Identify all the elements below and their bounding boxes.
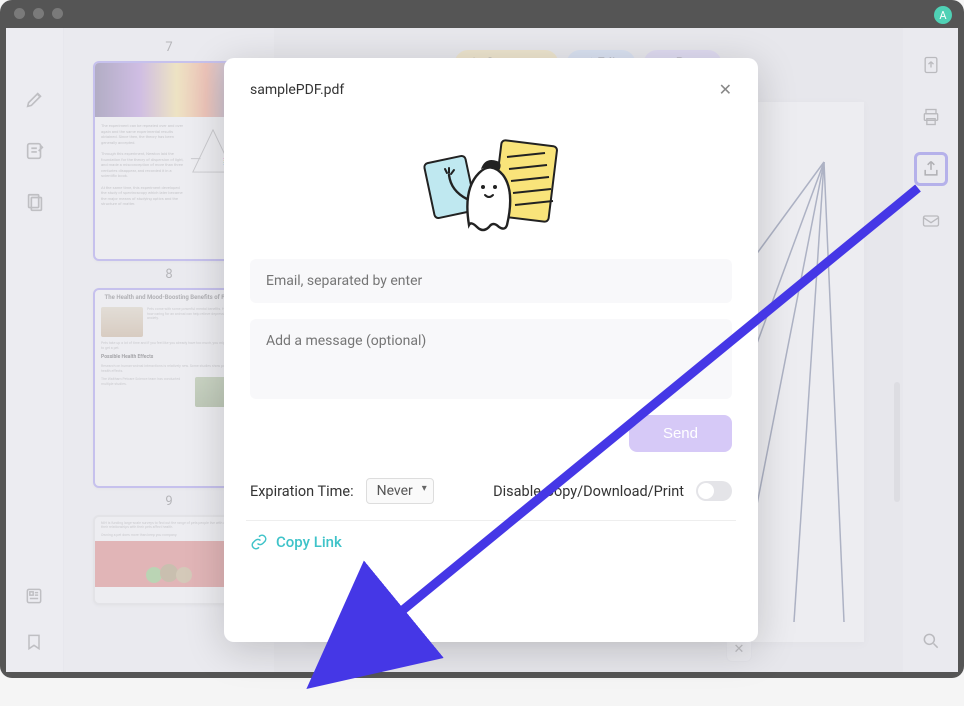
disable-copy-toggle[interactable] bbox=[696, 481, 732, 501]
disable-copy-label: Disable Copy/Download/Print bbox=[493, 483, 684, 500]
share-modal: samplePDF.pdf ✕ bbox=[224, 58, 758, 642]
window-traffic-lights[interactable] bbox=[14, 8, 63, 19]
expiration-select[interactable]: Never bbox=[366, 478, 434, 504]
message-field[interactable] bbox=[250, 319, 732, 399]
modal-filename: samplePDF.pdf bbox=[250, 82, 344, 98]
copy-link-button[interactable]: Copy Link bbox=[250, 533, 732, 551]
share-illustration bbox=[411, 129, 571, 239]
send-button[interactable]: Send bbox=[629, 415, 732, 452]
expiration-label: Expiration Time: bbox=[250, 483, 354, 500]
close-icon[interactable]: ✕ bbox=[719, 80, 732, 99]
email-field[interactable] bbox=[250, 259, 732, 303]
avatar[interactable]: A bbox=[934, 6, 952, 24]
